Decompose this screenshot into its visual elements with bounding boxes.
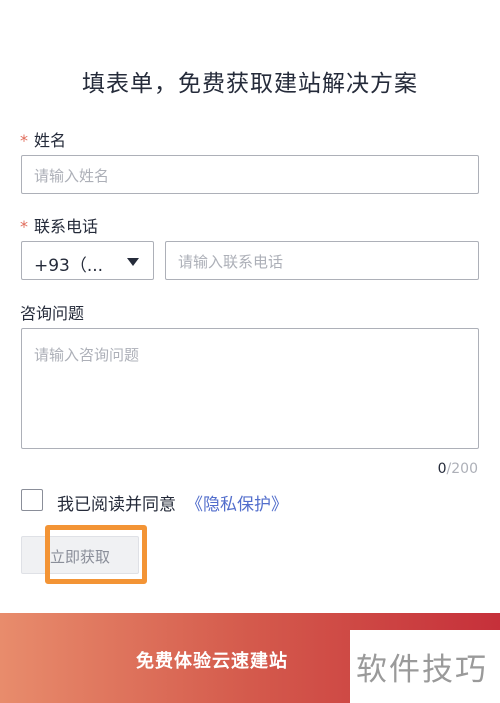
country-code-value: +93（... [34,256,104,276]
phone-input[interactable]: 请输入联系电话 [165,241,479,280]
name-placeholder: 请输入姓名 [34,167,110,185]
char-max: /200 [446,461,478,477]
char-counter: 0/200 [438,461,478,477]
char-count: 0 [437,461,447,477]
agree-checkbox[interactable] [21,489,43,511]
watermark-text: 软件技巧 [356,652,488,688]
required-marker: * [20,217,28,236]
form-title: 填表单，免费获取建站解决方案 [82,71,418,97]
name-label: * 姓名 [20,127,66,151]
question-label: 咨询问题 [20,300,84,324]
question-label-text: 咨询问题 [20,304,85,323]
name-label-text: 姓名 [34,131,67,150]
phone-label: * 联系电话 [20,213,98,237]
country-code-select[interactable]: +93（... [21,241,154,280]
phone-label-text: 联系电话 [34,217,99,236]
question-textarea[interactable]: 请输入咨询问题 [21,328,479,449]
question-placeholder: 请输入咨询问题 [34,346,140,364]
privacy-link[interactable]: 《隐私保护》 [186,495,288,515]
caret-down-icon [127,258,139,266]
agree-label: 我已阅读并同意 [57,495,176,515]
name-input[interactable]: 请输入姓名 [21,155,479,194]
banner-text: 免费体验云速建站 [136,651,288,672]
watermark: 软件技巧 [350,630,500,703]
agree-text: 我已阅读并同意 《隐私保护》 [57,490,288,515]
required-marker: * [20,131,28,150]
highlight-box [45,525,147,584]
phone-placeholder: 请输入联系电话 [178,253,284,271]
